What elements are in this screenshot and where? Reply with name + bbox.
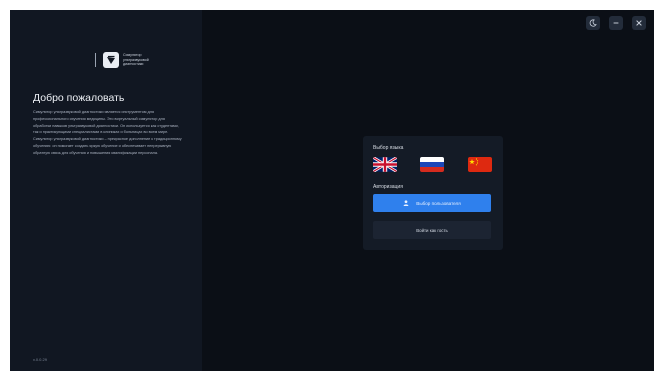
welcome-description: Симулятор ультразвуковой диагностики явл… (33, 110, 182, 155)
close-icon (636, 20, 642, 26)
language-option-chinese[interactable] (468, 157, 492, 172)
select-user-button[interactable]: Выбор пользователя (373, 194, 491, 212)
theme-toggle-button[interactable] (586, 16, 600, 30)
china-flag-icon (468, 157, 492, 172)
welcome-panel: Симулятор ультразвуковой диагностики Доб… (10, 10, 202, 371)
minimize-button[interactable] (609, 16, 623, 30)
welcome-title: Добро пожаловать (33, 92, 125, 104)
language-option-russian[interactable] (420, 157, 444, 172)
app-logo: Симулятор ультразвуковой диагностики (95, 52, 161, 68)
logo-divider (95, 53, 96, 67)
russia-flag-icon (420, 157, 444, 172)
logo-text: Симулятор ультразвуковой диагностики (123, 53, 149, 67)
close-button[interactable] (632, 16, 646, 30)
language-selector (363, 157, 503, 173)
login-card: Выбор языка Авторизация Выбор пользовате… (363, 136, 503, 250)
minimize-icon (613, 22, 619, 24)
logo-icon (103, 52, 119, 68)
moon-icon (589, 19, 597, 27)
guest-login-button[interactable]: Войти как гость (373, 221, 491, 239)
version-label: v.0.0.29 (33, 357, 47, 362)
language-option-english[interactable] (373, 157, 397, 172)
auth-label: Авторизация (373, 184, 403, 190)
uk-flag-icon (373, 157, 397, 172)
language-label: Выбор языка (373, 145, 404, 151)
app-window: Симулятор ультразвуковой диагностики Доб… (10, 10, 654, 371)
guest-login-label: Войти как гость (416, 227, 448, 233)
window-controls (577, 16, 646, 30)
select-user-label: Выбор пользователя (416, 200, 461, 206)
user-icon (403, 200, 409, 206)
